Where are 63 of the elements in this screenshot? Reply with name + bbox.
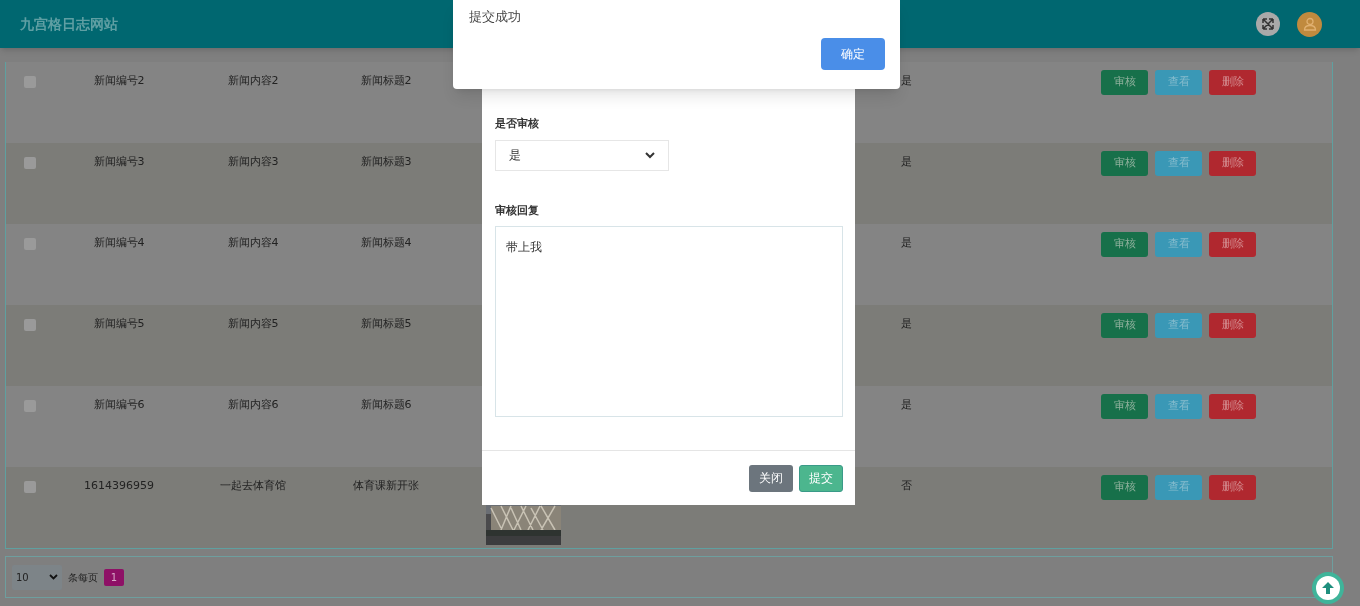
row-checkbox[interactable] bbox=[24, 157, 36, 169]
scroll-top-button[interactable] bbox=[1312, 572, 1344, 604]
delete-button[interactable]: 删除 bbox=[1209, 70, 1256, 95]
view-button[interactable]: 查看 bbox=[1155, 475, 1202, 500]
table-cell: 体育课新开张 bbox=[353, 479, 419, 493]
view-button[interactable]: 查看 bbox=[1155, 394, 1202, 419]
table-cell: 新闻标题6 bbox=[360, 398, 412, 412]
table-cell: 新闻编号5 bbox=[93, 317, 145, 331]
site-title: 九宫格日志网站 bbox=[20, 14, 118, 34]
field-label: 是否审核 bbox=[495, 116, 540, 132]
arrow-up-icon bbox=[1321, 581, 1335, 595]
chevron-down-icon bbox=[645, 151, 655, 159]
table-cell: 新闻编号2 bbox=[93, 74, 145, 88]
table-cell: 一起去体育馆 bbox=[220, 479, 286, 493]
reply-textarea[interactable]: 带上我 bbox=[495, 226, 843, 417]
table-cell: 是 bbox=[900, 317, 912, 331]
table-cell: 新闻标题4 bbox=[360, 236, 412, 250]
view-button[interactable]: 查看 bbox=[1155, 70, 1202, 95]
review-button[interactable]: 审核 bbox=[1101, 394, 1148, 419]
review-button[interactable]: 审核 bbox=[1101, 313, 1148, 338]
table-cell: 新闻标题5 bbox=[360, 317, 412, 331]
confirm-button[interactable]: 确定 bbox=[821, 37, 885, 70]
table-cell: 新闻内容4 bbox=[227, 236, 279, 250]
view-button[interactable]: 查看 bbox=[1155, 151, 1202, 176]
table-cell: 是 bbox=[900, 398, 912, 412]
submit-button[interactable]: 提交 bbox=[799, 464, 843, 492]
row-checkbox[interactable] bbox=[24, 481, 36, 493]
delete-button[interactable]: 删除 bbox=[1209, 394, 1256, 419]
table-cell: 新闻内容6 bbox=[227, 398, 279, 412]
table-cell: 新闻内容5 bbox=[227, 317, 279, 331]
table-cell: 是 bbox=[900, 155, 912, 169]
table-cell: 否 bbox=[900, 479, 912, 493]
alert-message: 提交成功 bbox=[469, 8, 522, 26]
view-button[interactable]: 查看 bbox=[1155, 313, 1202, 338]
delete-button[interactable]: 删除 bbox=[1209, 475, 1256, 500]
review-select[interactable]: 是 bbox=[495, 139, 669, 171]
table-cell: 是 bbox=[900, 236, 912, 250]
table-cell: 新闻编号6 bbox=[93, 398, 145, 412]
table-cell: 新闻内容2 bbox=[227, 74, 279, 88]
delete-button[interactable]: 删除 bbox=[1209, 151, 1256, 176]
row-checkbox[interactable] bbox=[24, 319, 36, 331]
page-button[interactable]: 1 bbox=[104, 568, 124, 586]
table-cell: 新闻编号3 bbox=[93, 155, 145, 169]
table-cell: 新闻内容3 bbox=[227, 155, 279, 169]
table-cell: 是 bbox=[900, 74, 912, 88]
table-cell: 新闻编号4 bbox=[93, 236, 145, 250]
delete-button[interactable]: 删除 bbox=[1209, 313, 1256, 338]
avatar-icon[interactable] bbox=[1297, 11, 1322, 37]
table-cell: 新闻标题3 bbox=[360, 155, 412, 169]
close-button[interactable]: 关闭 bbox=[749, 464, 793, 492]
review-button[interactable]: 审核 bbox=[1101, 232, 1148, 257]
view-button[interactable]: 查看 bbox=[1155, 232, 1202, 257]
table-cell: 新闻标题2 bbox=[360, 74, 412, 88]
page-size-select[interactable]: 10 bbox=[12, 564, 62, 590]
review-button[interactable]: 审核 bbox=[1101, 475, 1148, 500]
chevron-down-icon bbox=[49, 574, 58, 580]
fullscreen-icon[interactable] bbox=[1256, 12, 1280, 36]
field-label: 审核回复 bbox=[495, 202, 540, 219]
review-button[interactable]: 审核 bbox=[1101, 70, 1148, 95]
page-size-label: 条每页 bbox=[68, 570, 98, 585]
delete-button[interactable]: 删除 bbox=[1209, 232, 1256, 257]
review-button[interactable]: 审核 bbox=[1101, 151, 1148, 176]
table-cell: 1614396959 bbox=[84, 479, 154, 493]
